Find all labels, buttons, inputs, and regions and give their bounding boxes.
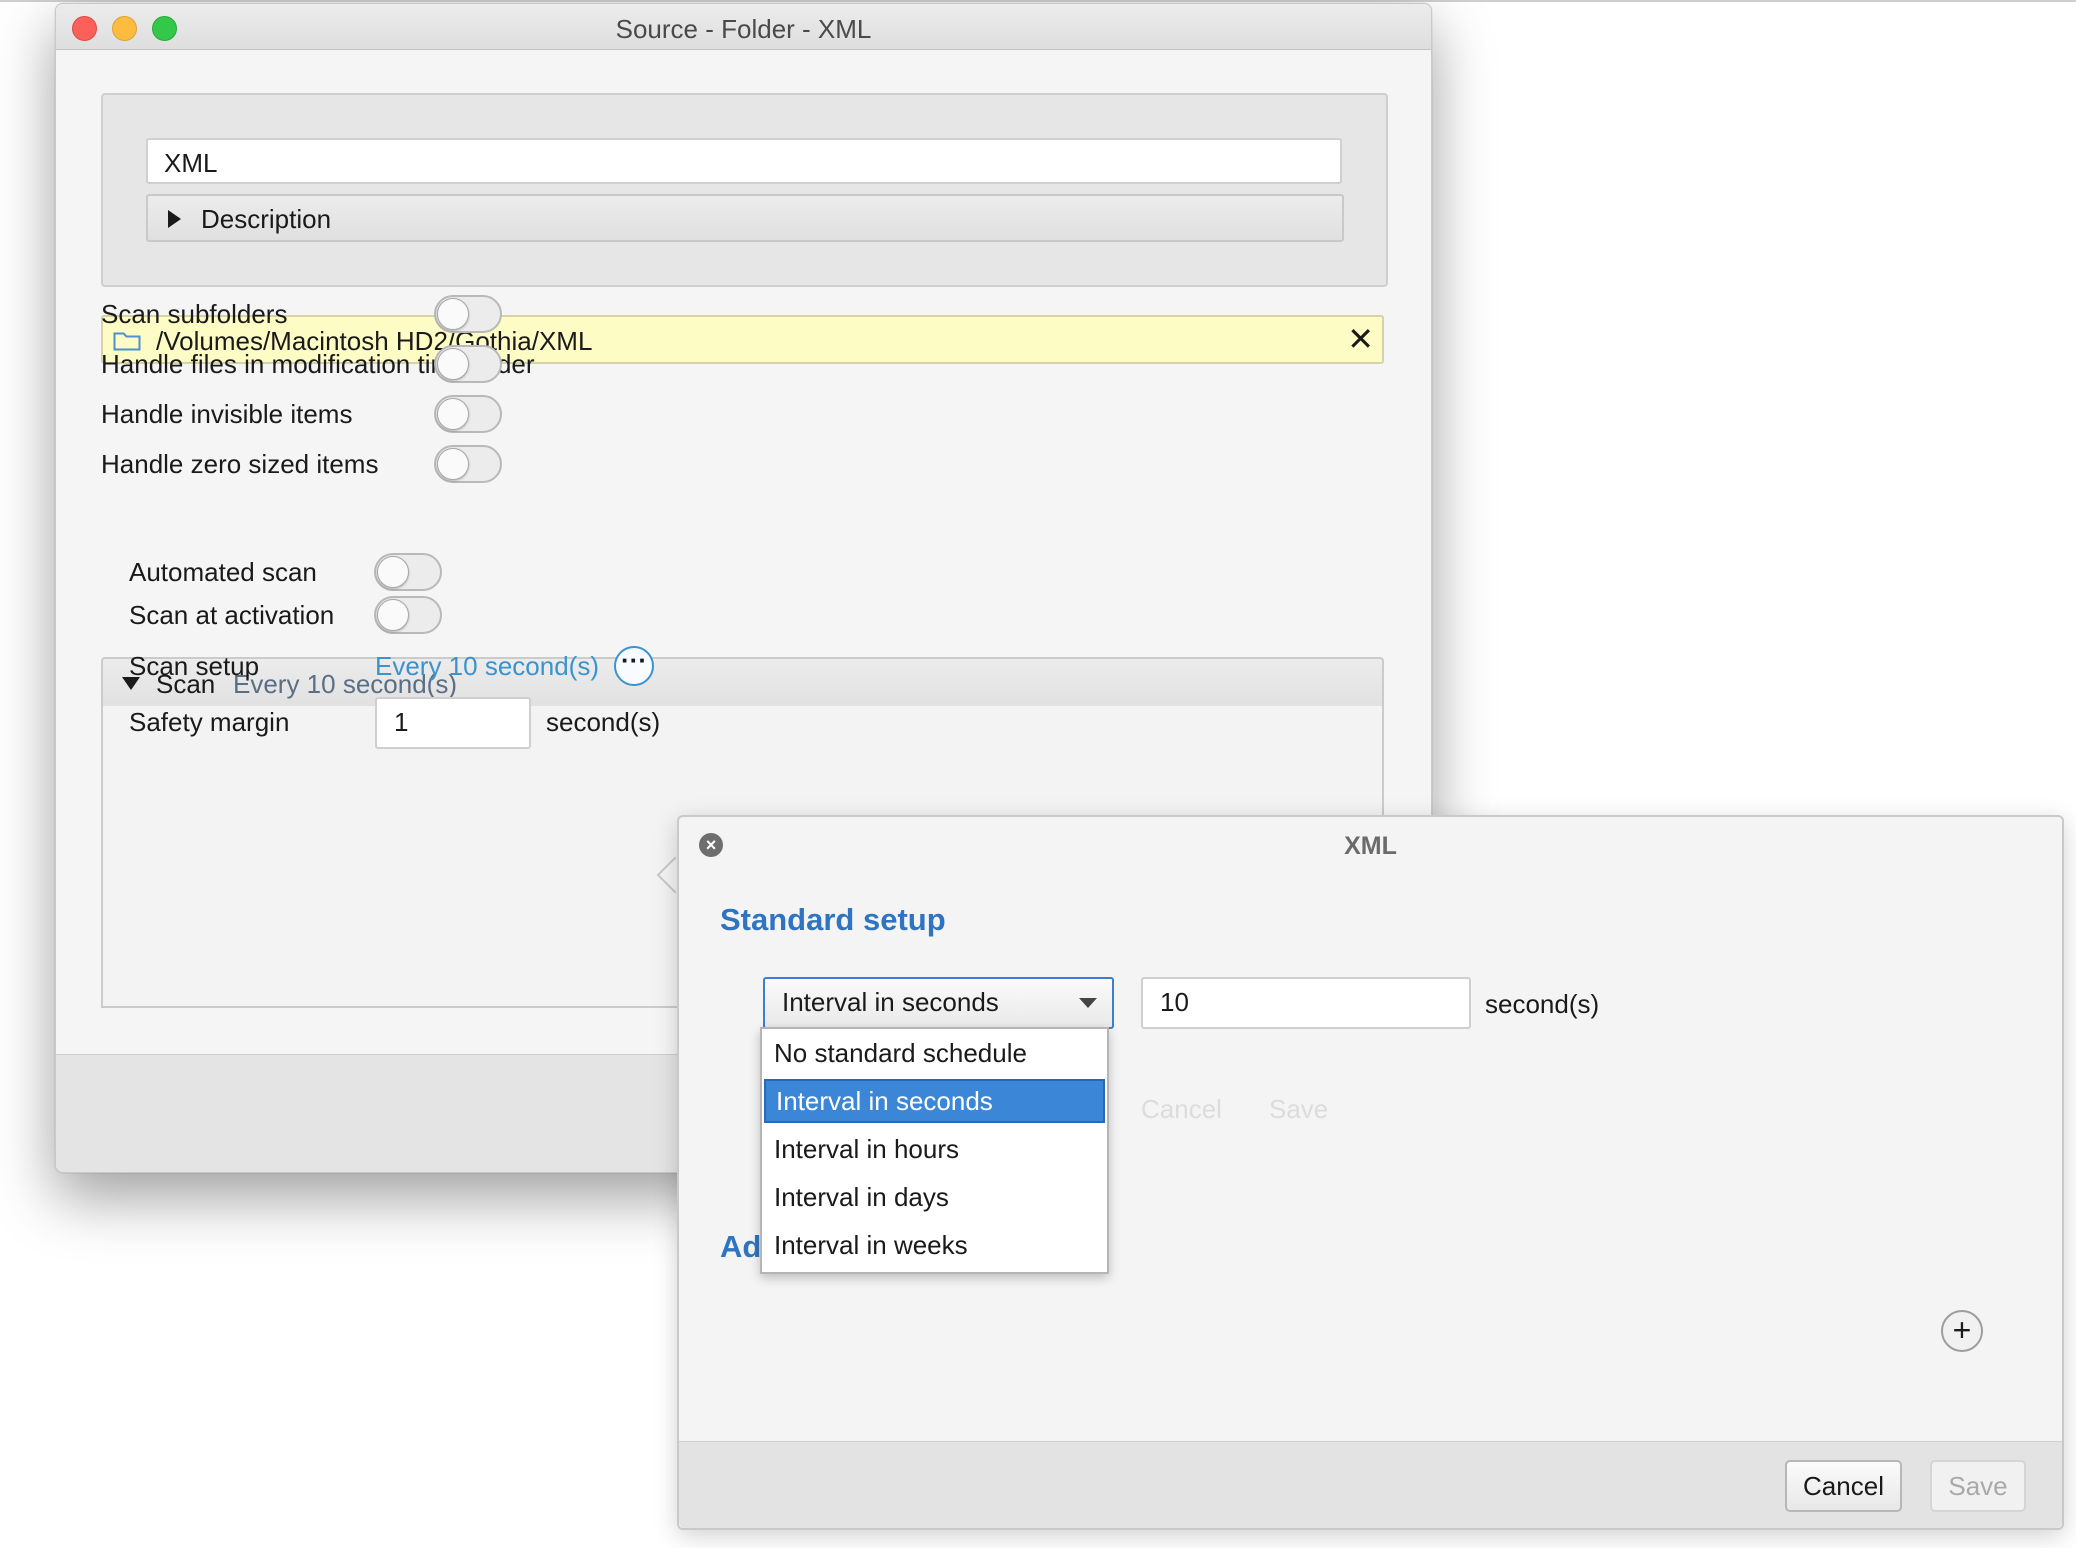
schedule-options-list: No standard schedule Interval in seconds…	[760, 1027, 1109, 1274]
safety-margin-label: Safety margin	[129, 707, 290, 737]
scan-setup-label: Scan setup	[129, 651, 260, 681]
scan-section-header[interactable]: Scan Every 10 second(s)	[101, 657, 1384, 708]
option-interval-in-weeks[interactable]: Interval in weeks	[764, 1223, 1105, 1267]
scan-setup-more-button[interactable]: ···	[614, 646, 654, 686]
popover-footer: Cancel Save	[679, 1441, 2062, 1528]
zero-sized-items-toggle[interactable]	[434, 445, 502, 483]
invisible-items-toggle[interactable]	[434, 395, 502, 433]
interval-unit-label: second(s)	[1485, 989, 1600, 1019]
window-title: Source - Folder - XML	[615, 14, 872, 44]
schedule-select-value: Interval in seconds	[782, 987, 999, 1017]
advanced-setup-heading: Ad	[720, 1229, 762, 1264]
cancel-button[interactable]: Cancel	[1785, 1460, 1902, 1512]
modification-order-toggle[interactable]	[434, 345, 502, 383]
option-interval-in-days[interactable]: Interval in days	[764, 1175, 1105, 1219]
option-interval-in-seconds[interactable]: Interval in seconds	[764, 1079, 1105, 1123]
title-bar[interactable]: Source - Folder - XML	[56, 4, 1431, 50]
safety-margin-unit: second(s)	[546, 707, 661, 737]
description-label: Description	[201, 204, 332, 234]
description-disclosure[interactable]: Description	[146, 194, 1344, 242]
standard-setup-heading: Standard setup	[720, 902, 946, 937]
scan-setup-value-link[interactable]: Every 10 second(s)	[375, 651, 599, 682]
name-section: XML Description	[101, 93, 1388, 287]
schedule-select[interactable]: Interval in seconds	[763, 977, 1114, 1029]
ghost-save-text: Save	[1269, 1094, 1329, 1124]
ghost-cancel-text: Cancel	[1141, 1094, 1222, 1124]
scan-subfolders-toggle[interactable]	[434, 295, 502, 333]
add-schedule-button[interactable]: +	[1941, 1310, 1983, 1352]
scan-at-activation-label: Scan at activation	[129, 600, 335, 630]
interval-value-input[interactable]: 10	[1141, 977, 1471, 1029]
option-no-standard-schedule[interactable]: No standard schedule	[764, 1031, 1105, 1075]
popover-title: XML	[1344, 832, 1397, 860]
scan-at-activation-toggle[interactable]	[374, 596, 442, 634]
screen-top-edge	[0, 0, 2076, 2]
clear-path-icon[interactable]: ✕	[1347, 321, 1374, 357]
folder-icon	[113, 332, 141, 351]
automated-scan-toggle[interactable]	[374, 553, 442, 591]
name-input[interactable]: XML	[146, 138, 1342, 184]
option-label-zero-sized-items: Handle zero sized items	[101, 449, 379, 479]
automated-scan-label: Automated scan	[129, 557, 317, 587]
option-label-scan-subfolders: Scan subfolders	[101, 299, 288, 329]
save-button[interactable]: Save	[1930, 1460, 2026, 1512]
option-interval-in-hours[interactable]: Interval in hours	[764, 1127, 1105, 1171]
chevron-down-icon	[1079, 998, 1097, 1008]
option-label-invisible-items: Handle invisible items	[101, 399, 353, 429]
disclosure-right-icon	[168, 210, 181, 228]
safety-margin-input[interactable]: 1	[375, 697, 531, 749]
